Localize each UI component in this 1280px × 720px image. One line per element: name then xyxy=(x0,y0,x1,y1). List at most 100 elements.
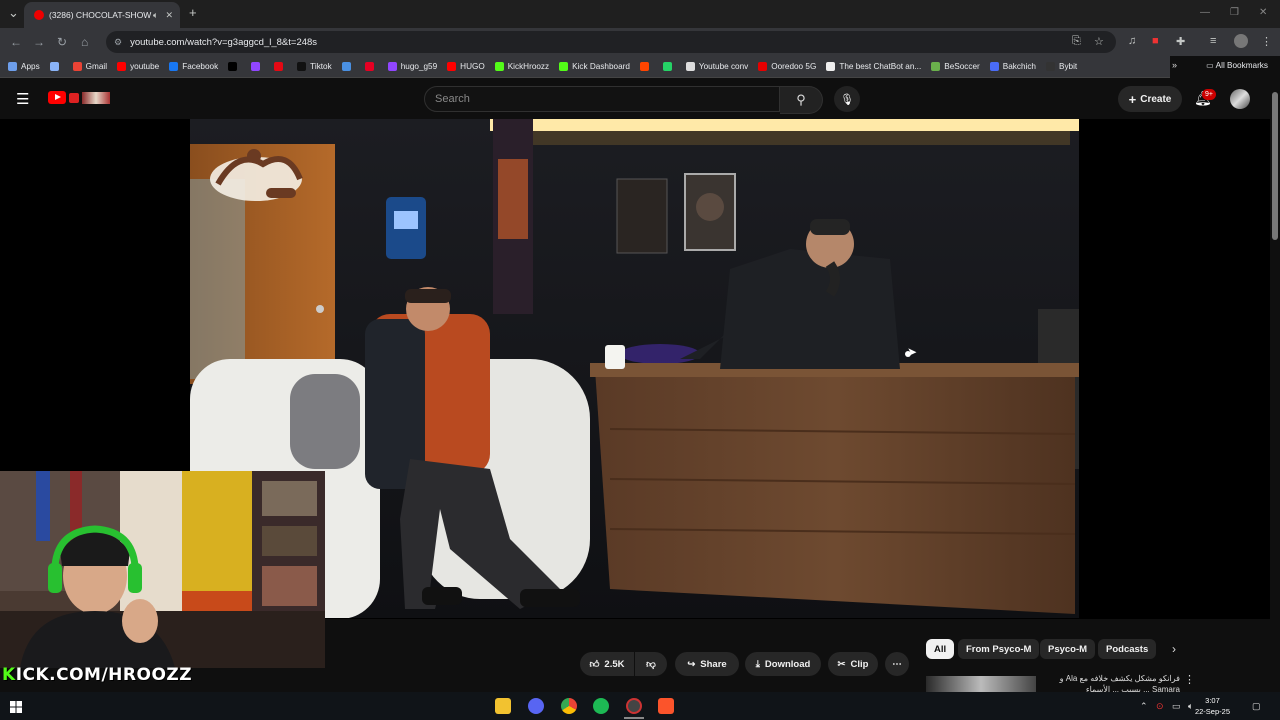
profile-avatar-icon[interactable] xyxy=(1234,34,1248,48)
bookmark-item[interactable]: Tiktok xyxy=(297,62,332,71)
reload-icon[interactable]: ↻ xyxy=(57,35,67,49)
bookmark-item[interactable] xyxy=(49,62,63,71)
create-button[interactable]: + Create xyxy=(1118,86,1182,112)
download-label: Download xyxy=(764,658,811,670)
bookmark-favicon-icon xyxy=(117,62,127,71)
tray-overflow-icon[interactable]: ⌃ xyxy=(1140,701,1148,712)
dislike-button[interactable]: 👎︎ xyxy=(635,652,667,676)
bookmark-item[interactable]: Apps xyxy=(8,62,40,71)
bookmark-favicon-icon xyxy=(228,62,238,71)
volume-icon[interactable]: 🔈︎ xyxy=(1188,701,1193,712)
chips-next-icon[interactable]: › xyxy=(1172,642,1176,656)
browser-tab[interactable]: (3286) CHOCOLAT-SHOW 🔈︎ ✕ xyxy=(24,2,180,28)
tab-search-icon[interactable]: ⌄ xyxy=(8,5,19,21)
bookmark-label: Apps xyxy=(21,62,40,71)
bookmark-item[interactable] xyxy=(639,62,653,71)
site-info-icon[interactable]: ⚙ xyxy=(114,37,122,48)
bookmark-item[interactable]: Ooredoo 5G xyxy=(758,62,816,71)
tab-title: (3286) CHOCOLAT-SHOW xyxy=(49,10,152,20)
recommendation-thumbnail[interactable] xyxy=(926,676,1036,692)
forward-icon[interactable]: → xyxy=(33,35,45,49)
bookmark-item[interactable] xyxy=(662,62,676,71)
bookmark-favicon-icon xyxy=(639,62,649,71)
extension-record-icon[interactable]: ■ xyxy=(1152,35,1159,47)
extensions-puzzle-icon[interactable]: ✚ xyxy=(1176,35,1185,48)
like-button[interactable]: 👍︎ 2.5K xyxy=(580,652,634,676)
search-button[interactable]: ⚲ xyxy=(780,86,823,114)
extension-music-icon[interactable]: ♫ xyxy=(1128,35,1136,47)
bookmark-item[interactable]: Gmail xyxy=(72,62,107,71)
discord-icon[interactable] xyxy=(528,698,544,714)
bookmark-item[interactable]: hugo_g59 xyxy=(387,62,437,71)
chrome-menu-icon[interactable]: ⋮ xyxy=(1261,35,1272,48)
thumbs-down-icon: 👎︎ xyxy=(646,659,656,670)
speaker-icon[interactable]: 🔈︎ xyxy=(153,10,158,21)
share-button[interactable]: ↪ Share xyxy=(675,652,739,676)
logo-doodle-flag xyxy=(82,91,110,104)
recommendation-title[interactable]: فرانكو مشكل يكشف خلافه مع Ala و Samara .… xyxy=(1040,673,1180,693)
taskbar-clock[interactable]: 3:07 22-Sep-25 xyxy=(1195,695,1230,717)
bookmark-item[interactable] xyxy=(251,62,264,71)
tray-record-icon[interactable]: ⊙ xyxy=(1156,701,1164,712)
bookmarks-overflow-icon[interactable]: » xyxy=(1172,60,1177,70)
windows-start-icon[interactable] xyxy=(10,700,22,713)
bookmark-item[interactable]: The best ChatBot an... xyxy=(826,62,921,71)
notification-center-icon[interactable]: ▢ xyxy=(1252,701,1261,712)
bookmark-item[interactable]: Kick Dashboard xyxy=(559,62,630,71)
account-avatar[interactable] xyxy=(1230,89,1250,109)
close-tab-icon[interactable]: ✕ xyxy=(165,10,173,21)
all-bookmarks-link[interactable]: ▭ All Bookmarks xyxy=(1206,60,1268,70)
youtube-play-icon xyxy=(48,91,66,104)
chip-from-psyco-m[interactable]: From Psyco-M xyxy=(958,639,1040,659)
bookmark-item[interactable]: youtube xyxy=(117,62,159,71)
install-app-icon[interactable]: ⎘ xyxy=(1072,35,1081,48)
hamburger-menu-icon[interactable]: ☰ xyxy=(16,90,29,108)
bookmark-item[interactable]: HUGO xyxy=(447,62,485,71)
bookmark-item[interactable]: Bakchich xyxy=(989,62,1036,71)
bookmark-star-icon[interactable]: ☆ xyxy=(1094,35,1104,48)
bookmark-item[interactable]: KickHroozz xyxy=(494,62,549,71)
network-icon[interactable]: ▭ xyxy=(1172,701,1181,712)
bookmark-item[interactable] xyxy=(274,62,287,71)
bookmark-item[interactable] xyxy=(341,62,355,71)
close-window-icon[interactable]: ✕ xyxy=(1259,7,1267,18)
recommendation-more-icon[interactable]: ⋮ xyxy=(1184,673,1195,686)
bookmark-item[interactable]: BeSoccer xyxy=(931,62,980,71)
bookmark-favicon-icon xyxy=(49,62,59,71)
address-bar[interactable]: ⚙ youtube.com/watch?v=g3aggcd_l_8&t=248s xyxy=(106,31,1116,53)
maximize-icon[interactable]: ❐ xyxy=(1230,7,1239,18)
bookmark-label: Facebook xyxy=(182,62,219,71)
chip-podcasts-label: Podcasts xyxy=(1106,643,1149,655)
chip-all[interactable]: All xyxy=(926,639,955,659)
search-input[interactable]: Search xyxy=(424,86,780,112)
bookmarks-bar: Apps Gmail youtube Facebook Tiktok hugo_g59 HU… xyxy=(0,56,1170,78)
chip-podcasts[interactable]: Podcasts xyxy=(1098,639,1157,659)
share-label: Share xyxy=(700,658,727,670)
obs-icon[interactable] xyxy=(626,698,642,714)
scrollbar-thumb[interactable] xyxy=(1272,92,1278,240)
voice-search-button[interactable]: 🎙︎ xyxy=(834,86,860,112)
brave-icon[interactable] xyxy=(658,698,674,714)
chip-psyco-m-label: Psyco-M xyxy=(1048,643,1088,655)
home-icon[interactable]: ⌂ xyxy=(81,35,88,49)
bookmark-item[interactable]: Youtube conv xyxy=(685,62,748,71)
clip-button[interactable]: ✂ Clip xyxy=(828,652,878,676)
bookmark-item[interactable]: Bybit xyxy=(1045,62,1078,71)
back-icon[interactable]: ← xyxy=(10,35,22,49)
youtube-logo[interactable] xyxy=(48,91,110,104)
bookmark-favicon-icon xyxy=(826,62,836,71)
chip-psyco-m[interactable]: Psyco-M xyxy=(1040,639,1096,659)
bookmark-item[interactable] xyxy=(364,62,378,71)
bookmark-label: Bybit xyxy=(1058,62,1078,71)
chrome-icon[interactable] xyxy=(561,698,577,714)
new-tab-icon[interactable]: + xyxy=(189,5,197,20)
file-explorer-icon[interactable] xyxy=(495,698,511,714)
mouse-cursor-icon: ➤ xyxy=(907,345,918,359)
bookmark-item[interactable] xyxy=(228,62,241,71)
spotify-icon[interactable] xyxy=(593,698,609,714)
bookmark-item[interactable]: Facebook xyxy=(169,62,218,71)
more-actions-button[interactable]: ⋯ xyxy=(885,652,909,676)
media-control-icon[interactable]: ≡ xyxy=(1210,35,1216,47)
download-button[interactable]: ⤓ Download xyxy=(745,652,821,676)
minimize-icon[interactable]: — xyxy=(1200,7,1210,18)
